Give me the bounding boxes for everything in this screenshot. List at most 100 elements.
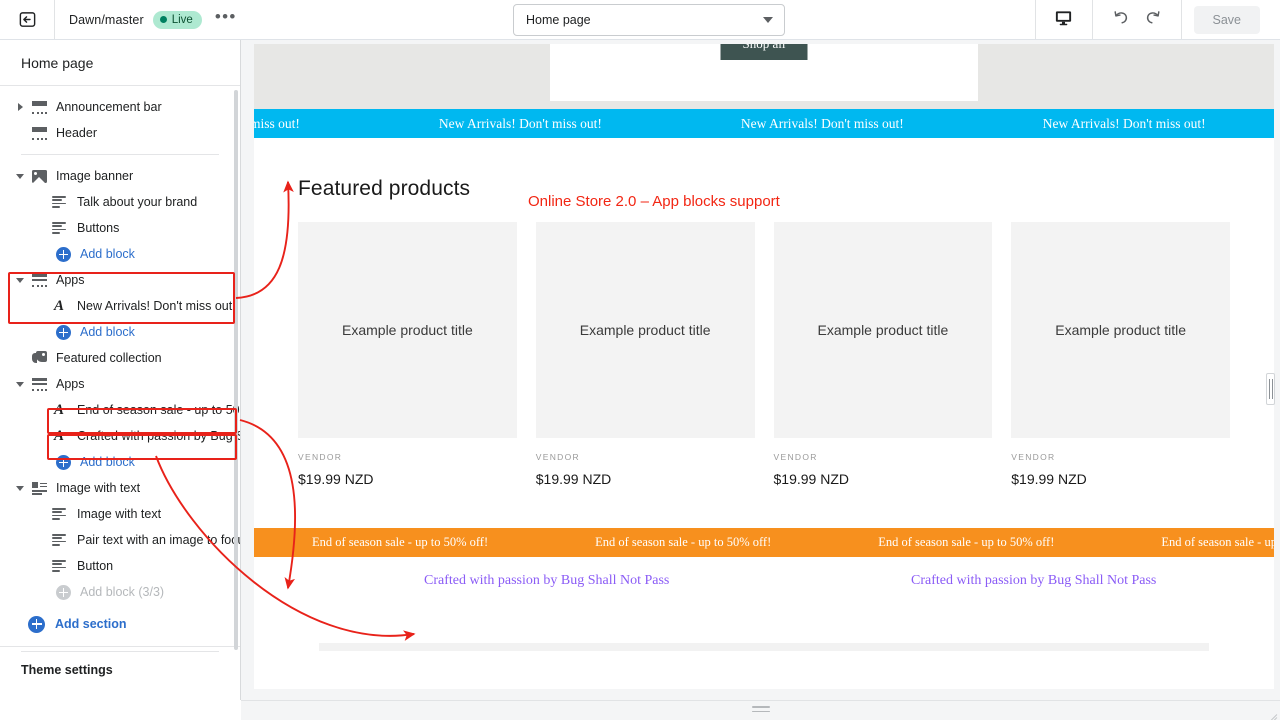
save-button[interactable]: Save	[1194, 6, 1261, 34]
sidebar-block-talk-about-your-brand[interactable]: Talk about your brand	[0, 189, 240, 215]
section-icon	[28, 127, 50, 140]
sidebar-divider	[21, 154, 219, 155]
app-block-icon: A	[48, 430, 70, 443]
undo-button[interactable]	[1105, 5, 1137, 35]
crafted-app-block[interactable]: Crafted with passion by Bug Shall Not Pa…	[254, 557, 1274, 597]
plus-circle-icon	[56, 585, 71, 600]
redo-button[interactable]	[1137, 5, 1169, 35]
resize-corner-icon[interactable]	[1265, 706, 1277, 718]
sidebar-item-announcement-bar[interactable]: Announcement bar	[0, 94, 240, 120]
image-banner-preview[interactable]: Shop all	[254, 44, 1274, 109]
chevron-down-icon[interactable]	[12, 278, 28, 283]
sidebar-item-label: Buttons	[77, 221, 119, 235]
text-block-icon	[48, 534, 70, 546]
add-section-button[interactable]: Add section	[0, 611, 240, 637]
product-title: Example product title	[536, 222, 755, 438]
sidebar-item-label: Image with text	[77, 507, 161, 521]
add-block-label: Add block	[80, 247, 135, 261]
sidebar-item-apps-2[interactable]: Apps	[0, 371, 240, 397]
product-card[interactable]: Example product title VENDOR $19.99 NZD	[774, 222, 993, 487]
sidebar-item-apps-1[interactable]: Apps	[0, 267, 240, 293]
sidebar-block-buttons[interactable]: Buttons	[0, 215, 240, 241]
sidebar-item-label: Header	[56, 126, 97, 140]
add-block-label: Add block	[80, 325, 135, 339]
sidebar-item-label: Image with text	[56, 481, 140, 495]
product-vendor: VENDOR	[774, 438, 993, 462]
exit-editor-button[interactable]	[0, 0, 55, 39]
marquee-track: New Arrivals! Don't miss out! New Arriva…	[254, 116, 1274, 132]
product-title: Example product title	[774, 222, 993, 438]
plus-circle-icon	[28, 616, 45, 633]
page-selector-dropdown[interactable]: Home page	[513, 4, 785, 36]
plus-circle-icon	[56, 325, 71, 340]
product-card[interactable]: Example product title VENDOR $19.99 NZD	[298, 222, 517, 487]
add-block-button[interactable]: Add block	[0, 319, 240, 345]
add-block-disabled-label: Add block (3/3)	[80, 585, 164, 599]
product-card[interactable]: Example product title VENDOR $19.99 NZD	[1011, 222, 1230, 487]
sidebar-block-pair-text[interactable]: Pair text with an image to focus ...	[0, 527, 240, 553]
sidebar-page-title: Home page	[0, 40, 240, 86]
marquee-text: End of season sale - up to 50% off!	[595, 535, 878, 550]
product-price: $19.99 NZD	[774, 462, 993, 487]
apps-icon	[28, 274, 50, 287]
announcement-marquee-app-block[interactable]: New Arrivals! Don't miss out! New Arriva…	[254, 109, 1274, 138]
text-block-icon	[48, 560, 70, 572]
desktop-preview-button[interactable]	[1048, 5, 1080, 35]
exit-left-icon	[18, 10, 37, 29]
chevron-down-icon[interactable]	[12, 382, 28, 387]
sidebar-scrollbar[interactable]	[234, 90, 238, 650]
section-icon	[28, 101, 50, 114]
sidebar-block-new-arrivals[interactable]: A New Arrivals! Don't miss out!	[0, 293, 240, 319]
plus-circle-icon	[56, 247, 71, 262]
collection-icon	[28, 351, 50, 365]
app-block-icon: A	[48, 300, 70, 313]
sidebar-item-label: Announcement bar	[56, 100, 162, 114]
top-toolbar: Dawn/master Live ••• Home page	[0, 0, 1280, 40]
crafted-text: Crafted with passion by Bug Shall Not Pa…	[424, 573, 669, 589]
plus-circle-icon	[56, 455, 71, 470]
preview-resize-handle-right[interactable]	[1266, 373, 1275, 405]
product-price: $19.99 NZD	[536, 462, 755, 487]
more-options-button[interactable]: •••	[211, 12, 241, 28]
sidebar-item-featured-collection[interactable]: Featured collection	[0, 345, 240, 371]
product-card[interactable]: Example product title VENDOR $19.99 NZD	[536, 222, 755, 487]
sidebar-item-label: Pair text with an image to focus ...	[77, 533, 240, 547]
add-block-button[interactable]: Add block	[0, 449, 240, 475]
text-block-icon	[48, 222, 70, 234]
desktop-monitor-icon	[1054, 8, 1073, 32]
text-block-icon	[48, 196, 70, 208]
marquee-text: New Arrivals! Don't miss out!	[439, 116, 741, 132]
sidebar-item-image-with-text[interactable]: Image with text	[0, 475, 240, 501]
preview-drag-handle[interactable]	[752, 706, 770, 715]
preview-spacer	[254, 597, 1274, 643]
add-block-button[interactable]: Add block	[0, 241, 240, 267]
sidebar-block-image-with-text[interactable]: Image with text	[0, 501, 240, 527]
sidebar-block-crafted-with-passion[interactable]: A Crafted with passion by Bug Sha...	[0, 423, 240, 449]
history-group	[1092, 0, 1181, 39]
sidebar-item-label: Image banner	[56, 169, 133, 183]
theme-editor-window: Dawn/master Live ••• Home page	[0, 0, 1280, 720]
marquee-text: New Arrivals! Don't miss out!	[1043, 116, 1274, 132]
product-price: $19.99 NZD	[298, 462, 517, 487]
add-section-label: Add section	[55, 617, 127, 631]
text-block-icon	[48, 508, 70, 520]
theme-name-label[interactable]: Dawn/master	[69, 13, 144, 27]
sidebar-block-end-of-season-sale[interactable]: A End of season sale - up to 50% ...	[0, 397, 240, 423]
sidebar-item-header[interactable]: Header	[0, 120, 240, 146]
product-price: $19.99 NZD	[1011, 462, 1230, 487]
page-selector-value: Home page	[526, 13, 591, 27]
chevron-down-icon[interactable]	[12, 174, 28, 179]
sidebar-item-label: Apps	[56, 273, 85, 287]
sale-marquee-app-block[interactable]: End of season sale - up to 50% off! End …	[254, 528, 1274, 557]
shop-all-button[interactable]: Shop all	[721, 44, 808, 60]
theme-settings-button[interactable]: Theme settings	[0, 646, 240, 700]
chevron-down-icon[interactable]	[12, 486, 28, 491]
device-preview-group	[1035, 0, 1092, 39]
product-title: Example product title	[1011, 222, 1230, 438]
marquee-text: End of season sale - up to 50% off!	[1161, 535, 1274, 550]
sidebar-item-label: Button	[77, 559, 113, 573]
sidebar-block-button[interactable]: Button	[0, 553, 240, 579]
marquee-text: End of season sale - up to 50% off!	[878, 535, 1161, 550]
chevron-right-icon[interactable]	[12, 103, 28, 111]
sidebar-item-image-banner[interactable]: Image banner	[0, 163, 240, 189]
